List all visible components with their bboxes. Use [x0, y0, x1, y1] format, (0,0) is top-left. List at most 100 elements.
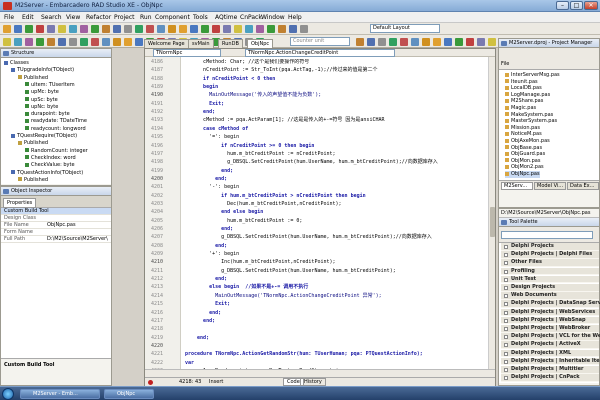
toolbar-button-icon[interactable] — [14, 37, 22, 46]
toolbar-button-icon[interactable] — [124, 25, 132, 33]
code-line[interactable]: end; — [185, 317, 215, 325]
toolbar-button-icon[interactable] — [157, 25, 165, 33]
tab-svmain[interactable]: svMain — [188, 39, 214, 48]
toolbar-button-icon[interactable] — [256, 25, 264, 33]
inspector-row[interactable]: Form Name — [1, 229, 111, 236]
inspector-property-value[interactable]: ObjNpc.pas — [47, 222, 109, 229]
expand-icon[interactable] — [504, 359, 508, 364]
code-line[interactable]: hum.m_btCreditPoint := 0; — [185, 217, 302, 225]
toolbar-button-icon[interactable] — [113, 37, 121, 46]
expand-icon[interactable] — [504, 318, 508, 323]
palette-category[interactable]: Other Files — [501, 259, 599, 267]
project-file-item[interactable]: Mission.pas — [505, 125, 540, 132]
close-button[interactable]: ✕ — [584, 1, 598, 10]
menu-refactor[interactable]: Refactor — [83, 13, 114, 22]
code-line[interactable]: end; — [185, 242, 227, 250]
palette-category[interactable]: Delphi Projects | DataSnap Server — [501, 300, 600, 308]
code-line[interactable]: end else begin — [185, 208, 263, 216]
menu-tools[interactable]: Tools — [190, 13, 211, 22]
palette-category[interactable]: Delphi Projects | WebSnap — [501, 316, 599, 325]
structure-item[interactable]: Published — [18, 177, 48, 185]
toolbar-button-icon[interactable] — [3, 37, 11, 46]
code-line[interactable]: nCreditPoint := Str_ToInt(pqa.ActTag,-1)… — [185, 66, 377, 74]
project-bottom-tab[interactable]: Model Vi... — [534, 182, 566, 190]
toolbar-button-icon[interactable] — [80, 37, 88, 46]
toolbar-button-icon[interactable] — [47, 25, 55, 33]
editor-scrollbar[interactable] — [488, 57, 495, 369]
inspector-row[interactable]: Full Path D:\M2\Source\M2Server\ — [1, 236, 111, 243]
toolbar-button-icon[interactable] — [135, 25, 143, 33]
expand-icon[interactable] — [504, 277, 508, 282]
palette-category[interactable]: Delphi Projects | ActiveX — [501, 341, 599, 349]
expand-icon[interactable] — [504, 310, 508, 315]
toolbar-button-icon[interactable] — [223, 25, 231, 33]
project-file-item[interactable]: ObjAxeMon.pas — [505, 138, 550, 145]
tab-properties[interactable]: Properties — [3, 198, 37, 208]
code-line[interactable]: var — [185, 359, 194, 367]
palette-category[interactable]: Web Documents — [501, 292, 599, 300]
toolbar-button-icon[interactable] — [91, 25, 99, 33]
toolbar-button-icon[interactable] — [168, 25, 176, 33]
project-bottom-tab[interactable]: Data Ex... — [567, 182, 599, 190]
palette-search-input[interactable] — [501, 231, 593, 239]
palette-category[interactable]: Design Projects — [501, 284, 599, 292]
toolbar-button-icon[interactable] — [14, 25, 22, 33]
project-file-item[interactable]: ObjMon2.pas — [505, 164, 544, 171]
palette-category[interactable]: Delphi Projects | XML — [501, 349, 599, 358]
toolbar-button-icon[interactable] — [36, 37, 44, 46]
menu-help[interactable]: Help — [285, 13, 305, 22]
toolbar-button-icon[interactable] — [102, 25, 110, 33]
code-line[interactable]: g_DBSQL.SetCreditPoint(hum.UserName, hum… — [185, 158, 438, 166]
code-line[interactable]: '-': begin — [185, 183, 239, 191]
code-area[interactable]: 4186 cMethod: Char; //这个是我们要操作的符号 4187 nC… — [145, 59, 495, 369]
toolbar-button-icon[interactable] — [234, 25, 242, 33]
tab-welcome-page[interactable]: Welcome Page — [144, 39, 189, 48]
toolbar-button-icon[interactable] — [91, 37, 99, 46]
toolbar-button-icon[interactable] — [80, 25, 88, 33]
taskbar-item-m2server[interactable]: M2Server - Emb... — [20, 389, 100, 399]
toolbar-button-icon[interactable] — [267, 25, 275, 33]
expand-icon[interactable] — [504, 327, 508, 331]
code-line[interactable]: end; — [185, 175, 227, 183]
palette-category[interactable]: Delphi Projects | WebBroker — [501, 325, 599, 333]
toolbar-button-icon[interactable] — [102, 37, 110, 46]
code-line[interactable]: Inc(hum.m_btCreditPoint,nCreditPoint); — [185, 258, 335, 266]
inspector-row[interactable]: File Name ObjNpc.pas — [1, 222, 111, 229]
palette-category[interactable]: Delphi Projects | Inheritable Items — [501, 357, 600, 366]
palette-category[interactable]: Delphi Projects | Delphi Files — [501, 251, 599, 259]
expand-icon[interactable] — [504, 368, 508, 372]
toolbar-button-icon[interactable] — [58, 25, 66, 33]
palette-category[interactable]: Profiling — [501, 267, 599, 276]
method-select[interactable]: TNormNpc.ActionChangeCreditPoint — [245, 48, 395, 57]
toolbar-button-icon[interactable] — [278, 25, 286, 33]
project-bottom-tab[interactable]: M2Serv... — [501, 182, 533, 190]
record-icon[interactable] — [148, 380, 153, 385]
expand-icon[interactable] — [504, 269, 508, 274]
project-file-item[interactable]: Iteunit.pas — [505, 79, 538, 86]
maximize-button[interactable]: □ — [570, 1, 583, 10]
code-line[interactable]: MainOutMessage('TNormNpc.ActionChangeCre… — [185, 292, 382, 300]
menu-edit[interactable]: Edit — [19, 13, 37, 22]
code-line[interactable]: end; — [185, 108, 215, 116]
palette-category[interactable]: Delphi Projects | Multitier — [501, 366, 599, 374]
code-line[interactable]: cMethod: Char; //这个是我们要操作的符号 — [185, 59, 309, 66]
code-line[interactable]: case cMethod of — [185, 125, 248, 133]
expand-icon[interactable] — [504, 376, 508, 381]
project-file-item[interactable]: ObjMon.pas — [505, 158, 540, 165]
code-line[interactable]: end; — [185, 334, 209, 342]
toolbar-button-icon[interactable] — [113, 25, 121, 33]
expand-icon[interactable] — [504, 343, 508, 348]
palette-category[interactable]: Delphi Projects — [501, 243, 599, 251]
toolbar-button-icon[interactable] — [47, 37, 55, 46]
expand-icon[interactable] — [504, 261, 508, 266]
project-file-item[interactable]: ObjGuard.pas — [505, 151, 545, 158]
menu-search[interactable]: Search — [38, 13, 65, 22]
code-line[interactable]: end; — [185, 309, 221, 317]
menu-component[interactable]: Component — [152, 13, 193, 22]
code-line[interactable]: g_DBSQL.SetCreditPoint(hum.UserName, hum… — [185, 233, 432, 241]
toolbar-button-icon[interactable] — [3, 25, 11, 33]
toolbar-button-icon[interactable] — [289, 25, 297, 33]
class-select[interactable]: TNormNpc — [153, 48, 221, 57]
minimize-button[interactable]: – — [556, 1, 569, 10]
code-line[interactable]: if nCreditPoint >= 0 then begin — [185, 142, 314, 150]
